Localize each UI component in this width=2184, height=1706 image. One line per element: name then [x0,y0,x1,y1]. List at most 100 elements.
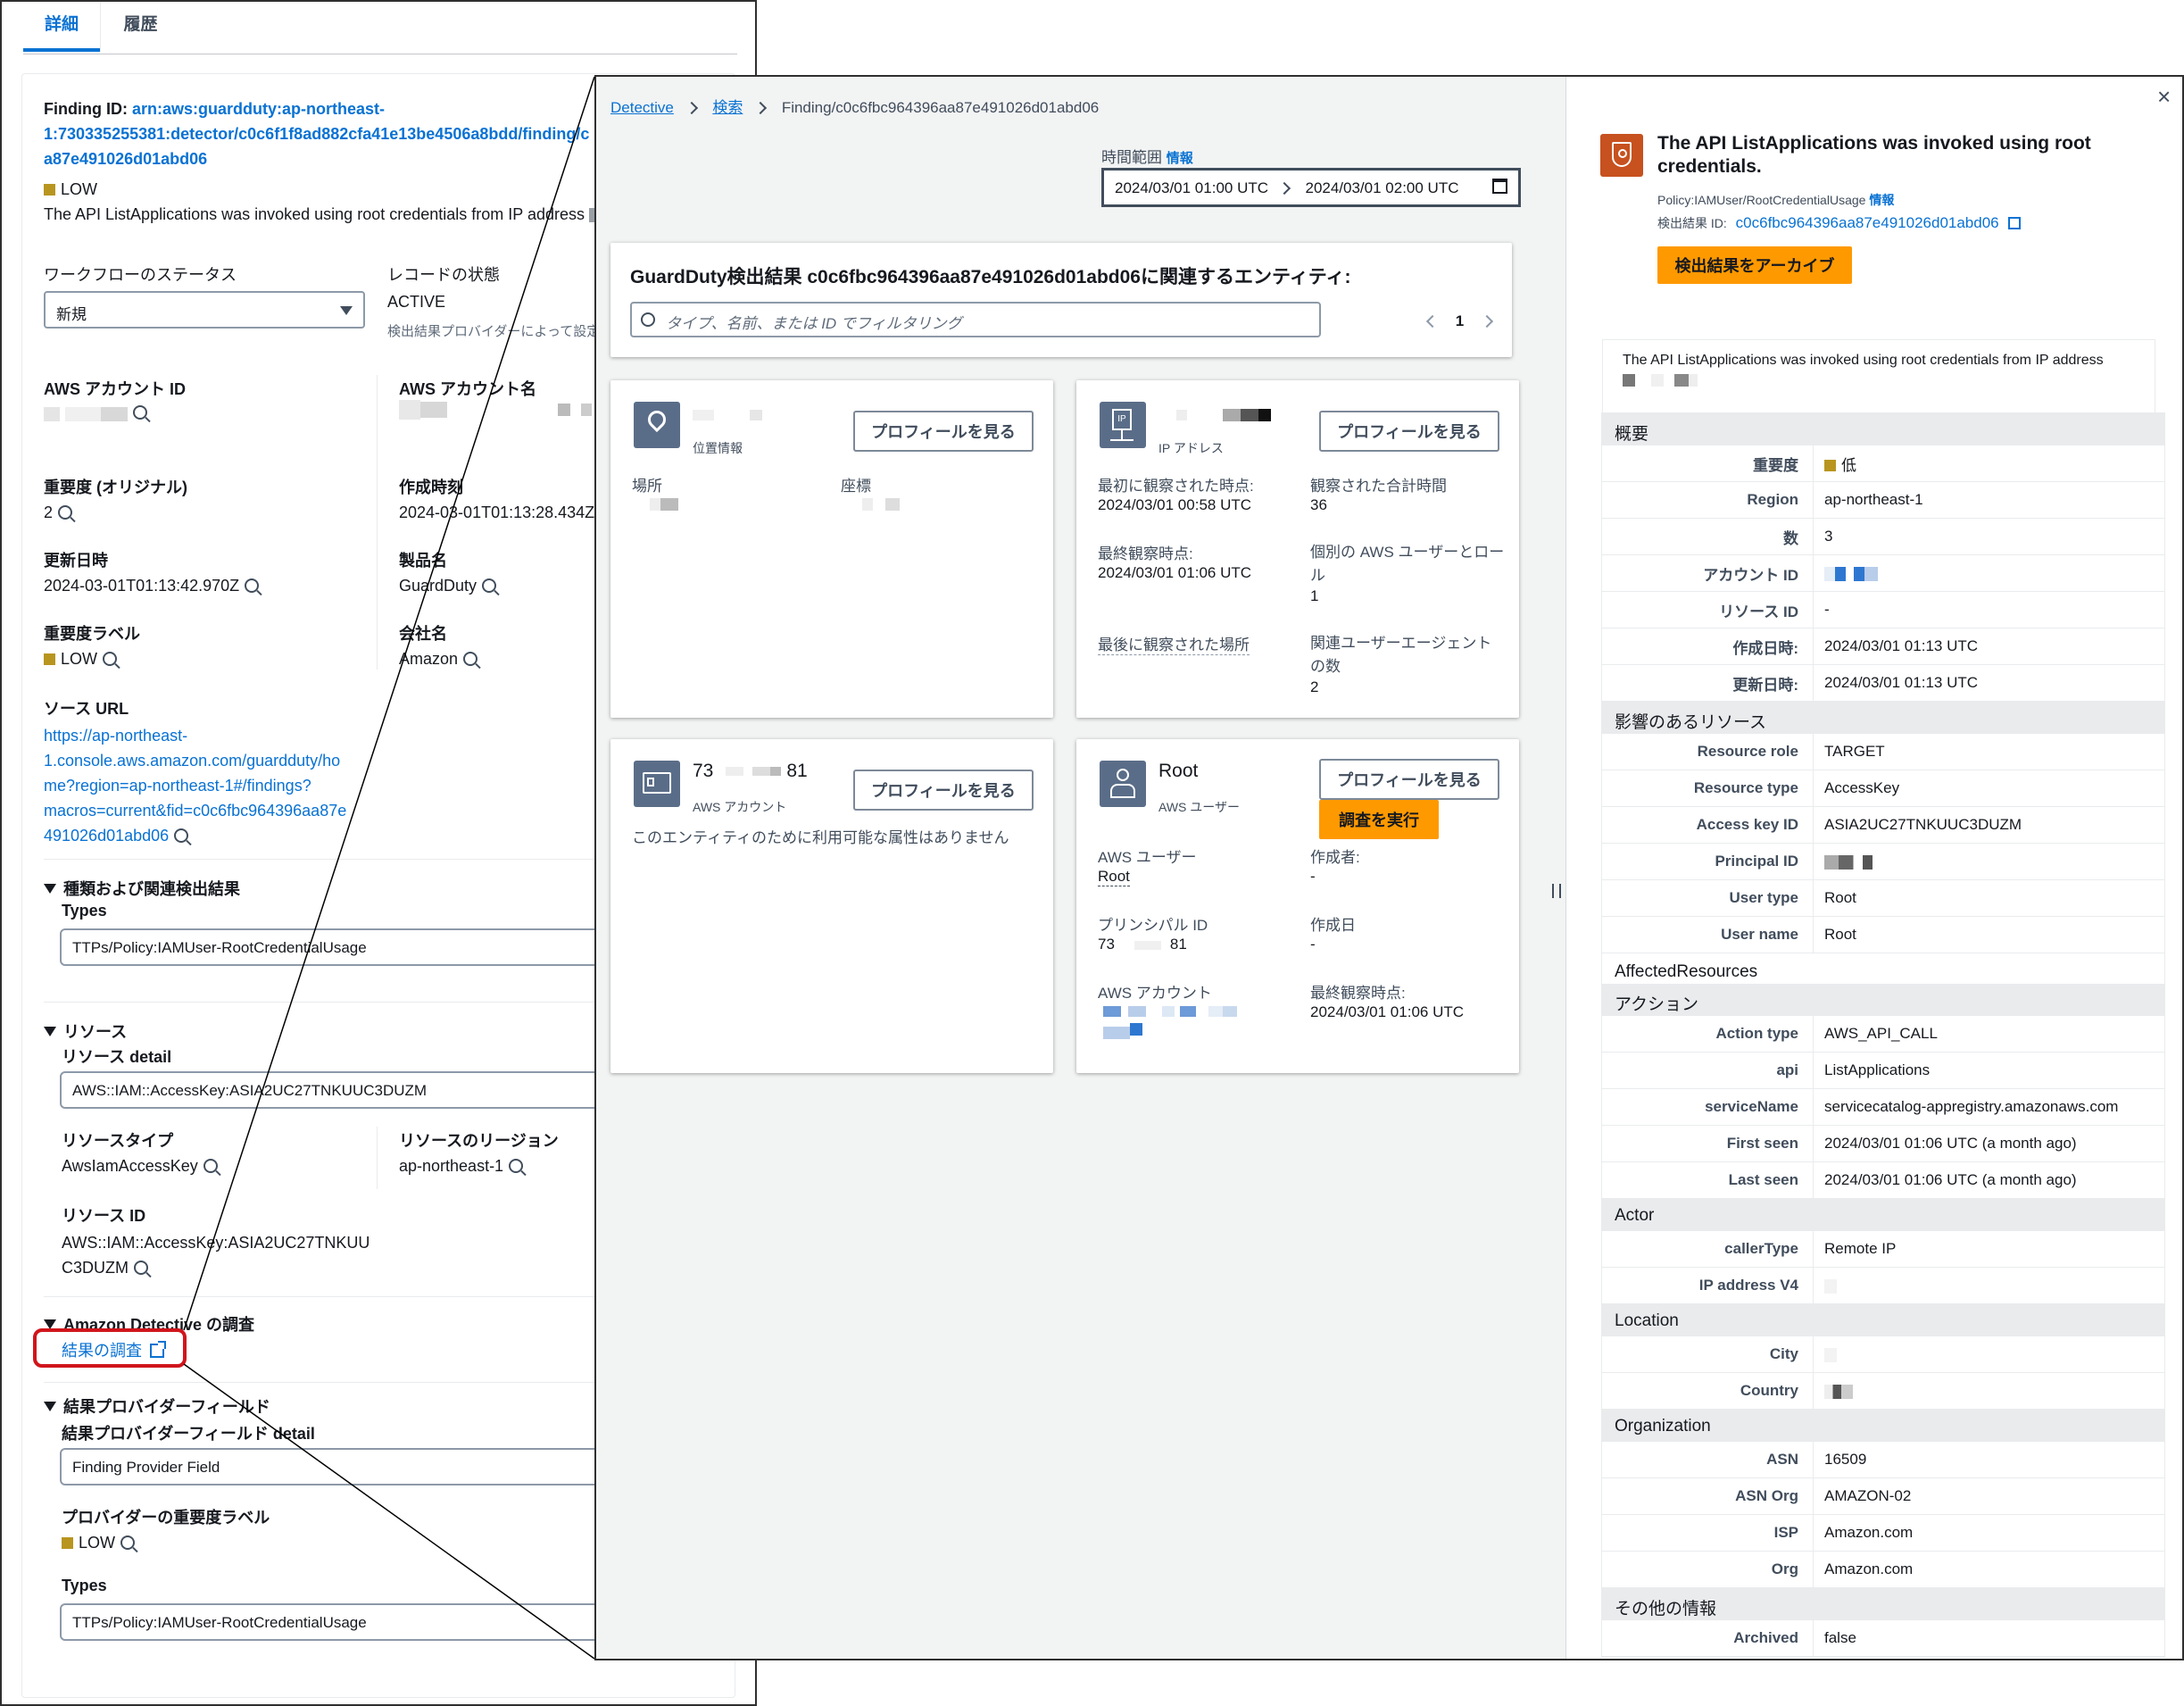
attribute-value [1814,1277,1837,1294]
attribute-row: リソース ID - [1602,592,2164,628]
zoom-icon[interactable] [134,1261,148,1275]
attribute-key: ISP [1602,1515,1814,1551]
attribute-value: 2024/03/01 01:06 UTC (a month ago) [1824,1135,2077,1152]
types-label: Types [62,902,107,920]
expand-caret-icon [44,1027,56,1036]
geo-subtitle: 位置情報 [693,441,743,455]
no-attributes-text: このエンティティのために利用可能な属性はありません [632,829,1009,846]
first-observed-label: 最初に観察された時点: [1098,478,1254,495]
attribute-value: 2024/03/01 01:13 UTC [1824,637,1979,654]
zoom-icon[interactable] [482,578,497,593]
types-section-header[interactable]: 種類および関連検出結果 [44,877,240,900]
attribute-value [1814,1345,1837,1363]
attribute-value [1814,853,1873,870]
close-icon[interactable]: × [2157,85,2175,108]
next-page-icon[interactable] [1480,314,1494,329]
prev-page-icon[interactable] [1425,314,1440,329]
breadcrumb-search[interactable]: 検索 [712,99,743,116]
section-other-info: その他の情報 [1602,1588,2164,1620]
account-id-label: AWS アカウント ID [44,380,187,398]
aws-account-value[interactable] [1103,1003,1237,1039]
users-icon [1100,761,1146,807]
zoom-icon[interactable] [463,652,478,666]
calendar-icon[interactable] [1492,179,1507,194]
panel-resize-handle[interactable] [1552,884,1561,898]
finding-id-link[interactable]: arn:aws:guardduty:ap-northeast- [132,100,385,118]
info-link[interactable]: 情報 [1869,193,1894,207]
info-link[interactable]: 情報 [1167,151,1193,166]
attribute-value: TARGET [1824,743,1885,760]
attribute-row: ISP Amazon.com [1602,1515,2164,1552]
user-last-seen-value: 2024/03/01 01:06 UTC [1310,1003,1465,1020]
attribute-value: - [1824,601,1830,618]
section-affectedresources: AffectedResources [1615,962,1758,981]
tab-details[interactable]: 詳細 [23,2,100,52]
external-link-icon [150,1341,167,1358]
zoom-icon[interactable] [58,505,73,520]
source-url-link[interactable]: https://ap-northeast- 1.console.aws.amaz… [44,723,346,848]
attribute-value: ap-northeast-1 [1824,491,1923,508]
total-time-label: 観察された合計時間 [1310,478,1447,495]
user-agents-value: 2 [1310,678,1319,695]
creator-value: - [1310,868,1316,885]
panel-description: The API ListApplications was invoked usi… [1602,339,2155,414]
zoom-icon[interactable] [133,405,147,420]
attribute-row: First seen 2024/03/01 01:06 UTC (a month … [1602,1126,2164,1162]
resource-id-value: AWS::IAM::AccessKey:ASIA2UC27TNKUU C3DUZM [62,1234,370,1277]
time-range-label: 時間範囲 情報 [1101,149,1193,166]
finding-id-link[interactable]: c0c6fbc964396aa87e491026d01abd06 [1736,214,1999,231]
panel-title: The API ListApplications was invoked usi… [1657,133,2091,177]
tab-history[interactable]: 履歴 [100,2,180,52]
run-investigation-button[interactable]: 調査を実行 [1319,800,1439,839]
time-range-picker[interactable]: 2024/03/01 01:00 UTC 2024/03/01 02:00 UT… [1101,168,1521,207]
attribute-row: IP address V4 [1602,1268,2164,1304]
workflow-select[interactable]: 新規 [44,291,365,329]
attribute-key: Resource type [1602,770,1814,806]
zoom-icon[interactable] [120,1535,136,1550]
attribute-row: api ListApplications [1602,1053,2164,1089]
breadcrumb-current: Finding/c0c6fbc964396aa87e491026d01abd06 [781,99,1100,116]
redacted-value [1824,566,1878,581]
section-actor: Actor [1602,1199,2164,1231]
view-profile-button[interactable]: プロフィールを見る [853,411,1034,452]
zoom-icon[interactable] [103,652,118,666]
breadcrumb-detective[interactable]: Detective [610,99,674,116]
attribute-key: ASN [1602,1442,1814,1477]
resource-type-value: AwsIamAccessKey [62,1157,218,1176]
company-value: Amazon [399,650,478,669]
attribute-key: IP address V4 [1602,1268,1814,1303]
record-state-note: 検出結果プロバイダーによって設定 [387,324,601,339]
view-profile-button[interactable]: プロフィールを見る [853,770,1034,811]
resource-detail-label: リソース detail [62,1048,172,1066]
view-profile-button[interactable]: プロフィールを見る [1319,759,1499,800]
caret-down-icon [340,306,353,315]
investigate-link[interactable]: 結果の調査 [62,1338,167,1361]
provider-section-header[interactable]: 結果プロバイダーフィールド [44,1394,270,1418]
zoom-icon[interactable] [203,1159,218,1173]
attribute-key: User name [1602,917,1814,953]
attribute-key: リソース ID [1602,592,1814,628]
attribute-key: api [1602,1053,1814,1088]
attribute-value: false [1824,1629,1856,1646]
zoom-icon[interactable] [509,1159,524,1173]
ip-address-icon: IP [1100,402,1146,448]
attribute-key: 更新日時: [1602,665,1814,701]
attribute-row: User name Root [1602,917,2164,953]
entity-filter-input[interactable]: タイプ、名前、または ID でフィルタリング [630,302,1321,337]
provider-severity-value: LOW [62,1534,136,1552]
entities-title: GuardDuty検出結果 c0c6fbc964396aa87e491026d0… [630,267,1351,287]
zoom-icon[interactable] [245,578,260,593]
finding-attribute-table: 概要 重要度低 Region ap-northeast-1 数 3 アカウント ID リソー… [1601,412,2165,1658]
zoom-icon[interactable] [174,828,189,843]
resources-section-header[interactable]: リソース [44,1019,127,1043]
view-profile-button[interactable]: プロフィールを見る [1319,411,1499,452]
attribute-row: ASN 16509 [1602,1442,2164,1478]
archive-finding-button[interactable]: 検出結果をアーカイブ [1657,246,1852,284]
attribute-value: Root [1824,926,1856,943]
geo-coord-label: 座標 [841,478,871,495]
aws-user-value[interactable]: Root [1098,868,1130,886]
account-name-value [399,400,592,420]
attribute-key: Resource role [1602,734,1814,770]
page-number[interactable]: 1 [1456,312,1464,329]
attribute-value: AccessKey [1824,779,1900,796]
